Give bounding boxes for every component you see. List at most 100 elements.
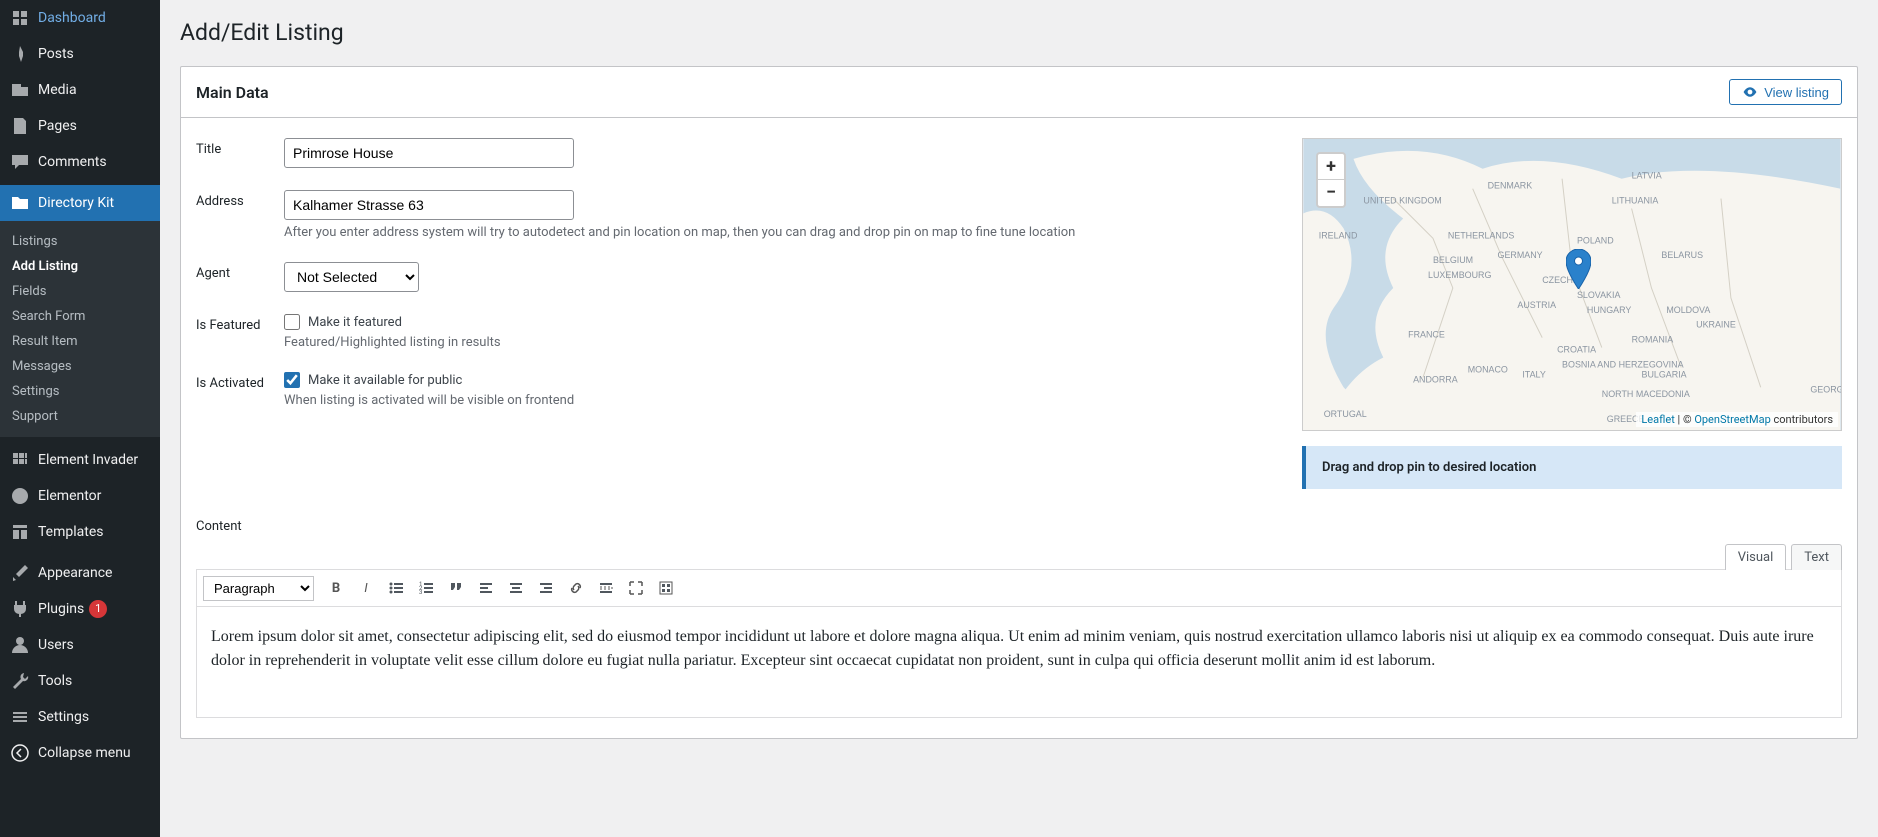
submenu-item-listings[interactable]: Listings: [0, 229, 160, 254]
activated-label: Is Activated: [196, 372, 284, 408]
leaflet-link[interactable]: Leaflet: [1641, 413, 1674, 426]
sidebar-item-label: Collapse menu: [38, 745, 131, 761]
sidebar-item-label: Pages: [38, 118, 77, 134]
main-content: Add/Edit Listing Main Data View listing …: [160, 0, 1878, 837]
format-select[interactable]: Paragraph: [203, 576, 314, 601]
sidebar-item-elementor[interactable]: Elementor: [0, 478, 160, 514]
sidebar-item-users[interactable]: Users: [0, 627, 160, 663]
align-right-button[interactable]: [532, 574, 560, 602]
ul-button[interactable]: [382, 574, 410, 602]
sidebar-item-settings[interactable]: Settings: [0, 699, 160, 735]
map-zoom-control: + −: [1316, 152, 1346, 208]
italic-button[interactable]: I: [352, 574, 380, 602]
sidebar-item-comments[interactable]: Comments: [0, 144, 160, 180]
editor-content[interactable]: Lorem ipsum dolor sit amet, consectetur …: [197, 607, 1841, 717]
sidebar-item-appearance[interactable]: Appearance: [0, 555, 160, 591]
submenu-item-add-listing[interactable]: Add Listing: [0, 254, 160, 279]
elementor-icon: [10, 486, 30, 506]
sidebar-item-label: Elementor: [38, 488, 101, 504]
svg-text:AUSTRIA: AUSTRIA: [1517, 300, 1556, 310]
svg-text:GERMANY: GERMANY: [1498, 250, 1543, 260]
svg-text:BELGIUM: BELGIUM: [1433, 255, 1473, 265]
ol-button[interactable]: 123: [412, 574, 440, 602]
link-button[interactable]: [562, 574, 590, 602]
featured-help: Featured/Highlighted listing in results: [284, 335, 1262, 350]
svg-text:UKRAINE: UKRAINE: [1696, 320, 1736, 330]
submenu-item-settings[interactable]: Settings: [0, 379, 160, 404]
eye-icon: [1742, 84, 1758, 100]
align-left-button[interactable]: [472, 574, 500, 602]
settings-icon: [10, 707, 30, 727]
featured-checkbox-label: Make it featured: [308, 315, 402, 330]
page-title: Add/Edit Listing: [180, 10, 1858, 66]
svg-text:MONACO: MONACO: [1468, 364, 1508, 374]
wrench-icon: [10, 671, 30, 691]
submenu-item-fields[interactable]: Fields: [0, 279, 160, 304]
sidebar-item-media[interactable]: Media: [0, 72, 160, 108]
toolbar-toggle-button[interactable]: [652, 574, 680, 602]
svg-text:ANDORRA: ANDORRA: [1413, 374, 1458, 384]
sidebar-item-templates[interactable]: Templates: [0, 514, 160, 550]
submenu-item-result-item[interactable]: Result Item: [0, 329, 160, 354]
admin-sidebar: Dashboard Posts Media Pages Comments Director…: [0, 0, 160, 837]
panel-title: Main Data: [196, 83, 269, 102]
user-icon: [10, 635, 30, 655]
title-input[interactable]: [284, 138, 574, 168]
sidebar-item-plugins[interactable]: Plugins1: [0, 591, 160, 627]
sidebar-item-label: Element Invader: [38, 452, 138, 468]
svg-text:LATVIA: LATVIA: [1632, 171, 1662, 181]
svg-text:ITALY: ITALY: [1522, 369, 1546, 379]
sidebar-item-dashboard[interactable]: Dashboard: [0, 0, 160, 36]
zoom-out-button[interactable]: −: [1318, 180, 1344, 206]
sidebar-item-collapse-menu[interactable]: Collapse menu: [0, 735, 160, 771]
main-data-panel: Main Data View listing Title Address: [180, 66, 1858, 739]
sidebar-item-posts[interactable]: Posts: [0, 36, 160, 72]
address-help: After you enter address system will try …: [284, 225, 1262, 240]
submenu-item-search-form[interactable]: Search Form: [0, 304, 160, 329]
svg-text:IRELAND: IRELAND: [1319, 230, 1358, 240]
view-listing-label: View listing: [1764, 85, 1829, 100]
map-pin-icon[interactable]: [1566, 249, 1591, 293]
svg-text:MOLDOVA: MOLDOVA: [1666, 305, 1710, 315]
sidebar-item-label: Comments: [38, 154, 107, 170]
svg-text:BULGARIA: BULGARIA: [1642, 369, 1687, 379]
osm-link[interactable]: OpenStreetMap: [1694, 413, 1770, 426]
sidebar-item-pages[interactable]: Pages: [0, 108, 160, 144]
zoom-in-button[interactable]: +: [1318, 154, 1344, 180]
submenu-item-messages[interactable]: Messages: [0, 354, 160, 379]
readmore-button[interactable]: [592, 574, 620, 602]
sidebar-item-tools[interactable]: Tools: [0, 663, 160, 699]
bold-button[interactable]: B: [322, 574, 350, 602]
sidebar-item-directory-kit[interactable]: Directory Kit: [0, 185, 160, 221]
view-listing-button[interactable]: View listing: [1729, 79, 1842, 105]
editor-tab-visual[interactable]: Visual: [1725, 544, 1787, 570]
sidebar-item-label: Media: [38, 82, 77, 98]
location-map[interactable]: UNITED KINGDOMIRELANDDENMARKNETHERLANDSB…: [1302, 138, 1842, 431]
sidebar-item-label: Tools: [38, 673, 72, 689]
comment-icon: [10, 152, 30, 172]
sidebar-item-label: Posts: [38, 46, 74, 62]
sidebar-item-label: Templates: [38, 524, 104, 540]
sidebar-item-label: Users: [38, 637, 74, 653]
svg-text:DENMARK: DENMARK: [1488, 181, 1533, 191]
activated-checkbox-label: Make it available for public: [308, 373, 462, 388]
editor-tab-text[interactable]: Text: [1791, 544, 1842, 570]
align-center-button[interactable]: [502, 574, 530, 602]
sidebar-item-label: Directory Kit: [38, 195, 114, 211]
quote-button[interactable]: [442, 574, 470, 602]
submenu-item-support[interactable]: Support: [0, 404, 160, 429]
fullscreen-button[interactable]: [622, 574, 650, 602]
pin-icon: [10, 44, 30, 64]
sidebar-item-element-invader[interactable]: Element Invader: [0, 442, 160, 478]
activated-help: When listing is activated will be visibl…: [284, 393, 1262, 408]
map-attribution: Leaflet | © OpenStreetMap contributors: [1636, 412, 1838, 427]
svg-text:LUXEMBOURG: LUXEMBOURG: [1428, 270, 1492, 280]
svg-text:3: 3: [419, 589, 422, 596]
folder-icon: [10, 193, 30, 213]
agent-select[interactable]: Not Selected: [284, 262, 419, 292]
activated-checkbox[interactable]: [284, 372, 300, 388]
address-input[interactable]: [284, 190, 574, 220]
svg-text:ROMANIA: ROMANIA: [1632, 335, 1674, 345]
featured-checkbox[interactable]: [284, 314, 300, 330]
svg-text:GEORGI: GEORGI: [1810, 384, 1841, 394]
